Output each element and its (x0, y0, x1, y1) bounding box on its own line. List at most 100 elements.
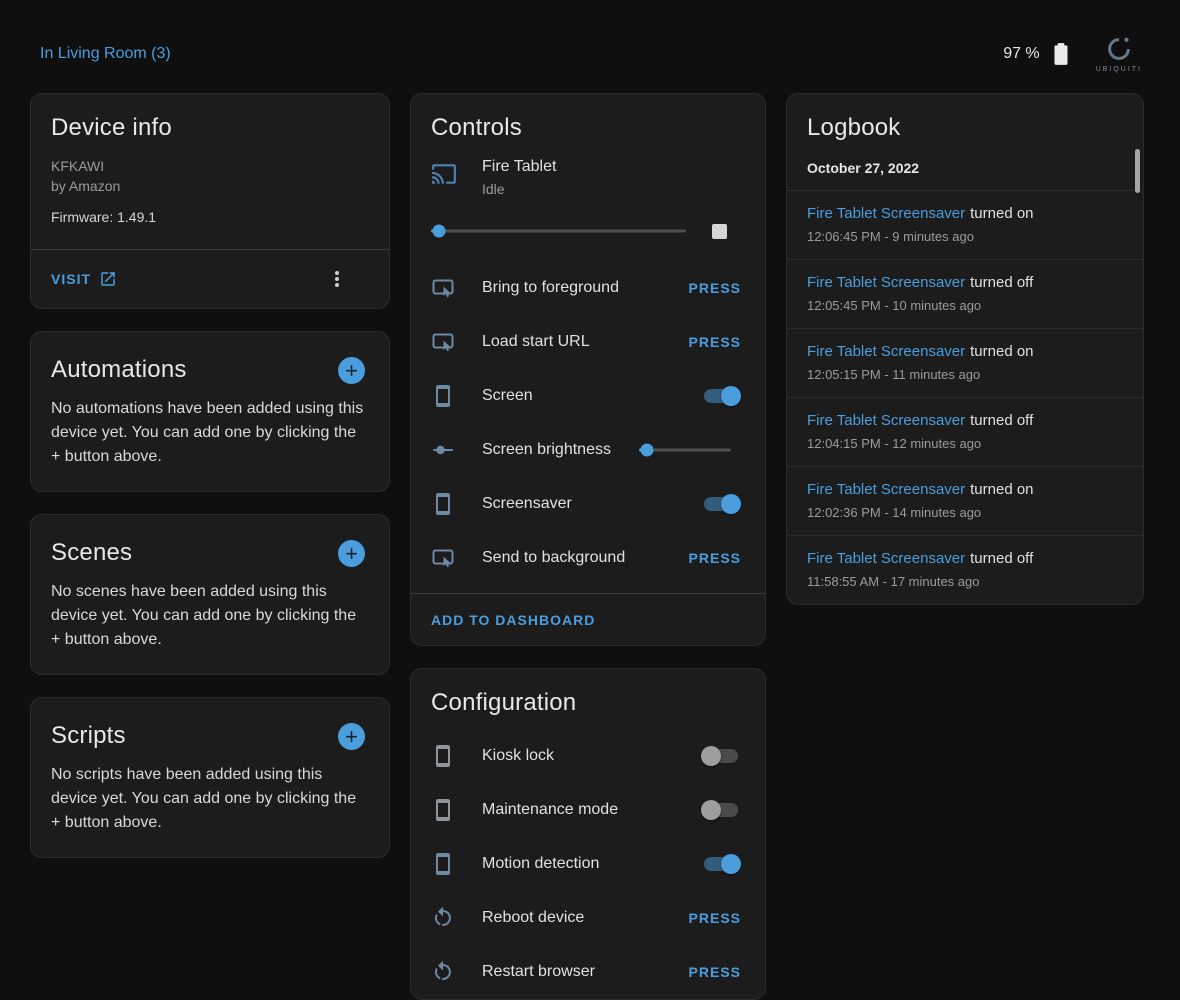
visit-label: VISIT (51, 271, 91, 287)
right-column: Logbook October 27, 2022 Fire Tablet Scr… (786, 93, 1144, 627)
device-info-card: Device info KFKAWI by Amazon Firmware: 1… (30, 93, 390, 309)
logbook-entry: Fire Tablet Screensaver turned on 12:06:4… (787, 190, 1143, 259)
automations-empty-text: No automations have been added using thi… (31, 384, 389, 491)
press-button[interactable]: PRESS (689, 280, 741, 296)
tablet-icon (431, 744, 455, 768)
add-scene-button[interactable]: + (338, 540, 365, 567)
plus-icon: + (345, 724, 358, 749)
slider-thumb[interactable] (641, 444, 654, 457)
logbook-entry-time: 12:02:36 PM - 14 minutes ago (807, 505, 1123, 520)
automations-header: Automations + (31, 332, 389, 384)
control-label: Load start URL (482, 333, 689, 351)
logbook-entry-time: 12:04:15 PM - 12 minutes ago (807, 436, 1123, 451)
media-player-name: Fire Tablet (482, 158, 556, 176)
logbook-event-text: turned on (970, 205, 1033, 222)
toggle-thumb (701, 746, 721, 766)
configuration-title: Configuration (411, 669, 765, 717)
media-stop-button[interactable] (712, 224, 727, 239)
logbook-entry: Fire Tablet Screensaver turned off 11:58:… (787, 535, 1143, 604)
media-player-row[interactable]: Fire Tablet Idle (411, 142, 765, 197)
toggle-switch[interactable] (701, 746, 741, 766)
control-row: Screensaver (411, 477, 765, 531)
media-player-info: Fire Tablet Idle (482, 158, 556, 197)
tap-button-icon (431, 330, 455, 354)
media-volume-slider[interactable] (431, 221, 686, 241)
logbook-title: Logbook (787, 94, 1143, 142)
controls-rows: Bring to foreground PRESS Load start URL… (411, 261, 765, 585)
brightness-slider[interactable] (639, 440, 731, 460)
press-button[interactable]: PRESS (689, 910, 741, 926)
press-button[interactable]: PRESS (689, 550, 741, 566)
tablet-icon (431, 492, 455, 516)
toggle-switch[interactable] (701, 386, 741, 406)
logbook-entry-line: Fire Tablet Screensaver turned on (807, 204, 1123, 224)
configuration-label: Restart browser (482, 963, 689, 981)
configuration-row: Restart browser PRESS (411, 945, 765, 999)
visit-button[interactable]: VISIT (51, 270, 117, 288)
controls-card: Controls Fire Tablet Idle (410, 93, 766, 646)
logbook-card: Logbook October 27, 2022 Fire Tablet Scr… (786, 93, 1144, 605)
configuration-label: Kiosk lock (482, 747, 701, 765)
device-firmware: Firmware: 1.49.1 (31, 196, 389, 249)
logbook-entity-link[interactable]: Fire Tablet Screensaver (807, 205, 965, 222)
slider-thumb[interactable] (432, 225, 445, 238)
topbar: In Living Room (3) 97 % UBIQUITI (0, 0, 1180, 93)
battery-percentage: 97 % (1003, 45, 1039, 63)
control-label: Screen (482, 387, 701, 405)
logbook-entity-link[interactable]: Fire Tablet Screensaver (807, 412, 965, 429)
logbook-entry-line: Fire Tablet Screensaver turned off (807, 411, 1123, 431)
left-column: Device info KFKAWI by Amazon Firmware: 1… (30, 93, 390, 880)
middle-column: Controls Fire Tablet Idle (410, 93, 766, 1000)
logbook-event-text: turned off (970, 550, 1033, 567)
logbook-entry-time: 12:06:45 PM - 9 minutes ago (807, 229, 1123, 244)
ubiquiti-logo: UBIQUITI (1096, 34, 1142, 73)
press-button[interactable]: PRESS (689, 334, 741, 350)
media-player-state: Idle (482, 181, 556, 197)
toggle-switch[interactable] (701, 854, 741, 874)
logbook-event-text: turned off (970, 412, 1033, 429)
scenes-header: Scenes + (31, 515, 389, 567)
device-page: Device info KFKAWI by Amazon Firmware: 1… (0, 93, 1180, 1000)
controls-title: Controls (411, 94, 765, 142)
area-breadcrumb-link[interactable]: In Living Room (3) (40, 45, 171, 63)
overflow-menu-button[interactable] (325, 267, 349, 291)
logbook-event-text: turned on (970, 343, 1033, 360)
configuration-card: Configuration Kiosk lock (410, 668, 766, 1000)
scripts-title: Scripts (51, 722, 126, 750)
brightness-icon (431, 438, 455, 462)
configuration-label: Motion detection (482, 855, 701, 873)
logbook-scrollbar[interactable] (1135, 149, 1140, 193)
add-script-button[interactable]: + (338, 723, 365, 750)
ubiquiti-logo-text: UBIQUITI (1096, 66, 1142, 73)
scripts-header: Scripts + (31, 698, 389, 750)
battery-icon (1048, 41, 1074, 67)
press-button[interactable]: PRESS (689, 964, 741, 980)
control-label: Screen brightness (482, 441, 639, 459)
toggle-switch[interactable] (701, 494, 741, 514)
restart-icon (431, 906, 455, 930)
control-label: Send to background (482, 549, 689, 567)
media-slider-row (411, 197, 765, 241)
control-row: Send to background PRESS (411, 531, 765, 585)
logbook-entry-time: 11:58:55 AM - 17 minutes ago (807, 574, 1123, 589)
configuration-row: Motion detection (411, 837, 765, 891)
scripts-card: Scripts + No scripts have been added usi… (30, 697, 390, 858)
logbook-entity-link[interactable]: Fire Tablet Screensaver (807, 274, 965, 291)
logbook-entry: Fire Tablet Screensaverturned off 12:05:… (787, 259, 1143, 328)
control-row: Screen (411, 369, 765, 423)
logbook-entity-link[interactable]: Fire Tablet Screensaver (807, 343, 965, 360)
logbook-entity-link[interactable]: Fire Tablet Screensaver (807, 550, 965, 567)
toggle-switch[interactable] (701, 800, 741, 820)
toggle-thumb (721, 494, 741, 514)
logbook-entity-link[interactable]: Fire Tablet Screensaver (807, 481, 965, 498)
toggle-thumb (721, 854, 741, 874)
add-automation-button[interactable]: + (338, 357, 365, 384)
logbook-date: October 27, 2022 (787, 142, 1143, 190)
logbook-entry-time: 12:05:45 PM - 10 minutes ago (807, 298, 1123, 313)
control-label: Screensaver (482, 495, 701, 513)
logbook-entry: Fire Tablet Screensaverturned on 12:02:3… (787, 466, 1143, 535)
tablet-icon (431, 798, 455, 822)
logbook-entry-time: 12:05:15 PM - 11 minutes ago (807, 367, 1123, 382)
slider-track (431, 230, 686, 233)
add-to-dashboard-button[interactable]: ADD TO DASHBOARD (431, 612, 595, 628)
